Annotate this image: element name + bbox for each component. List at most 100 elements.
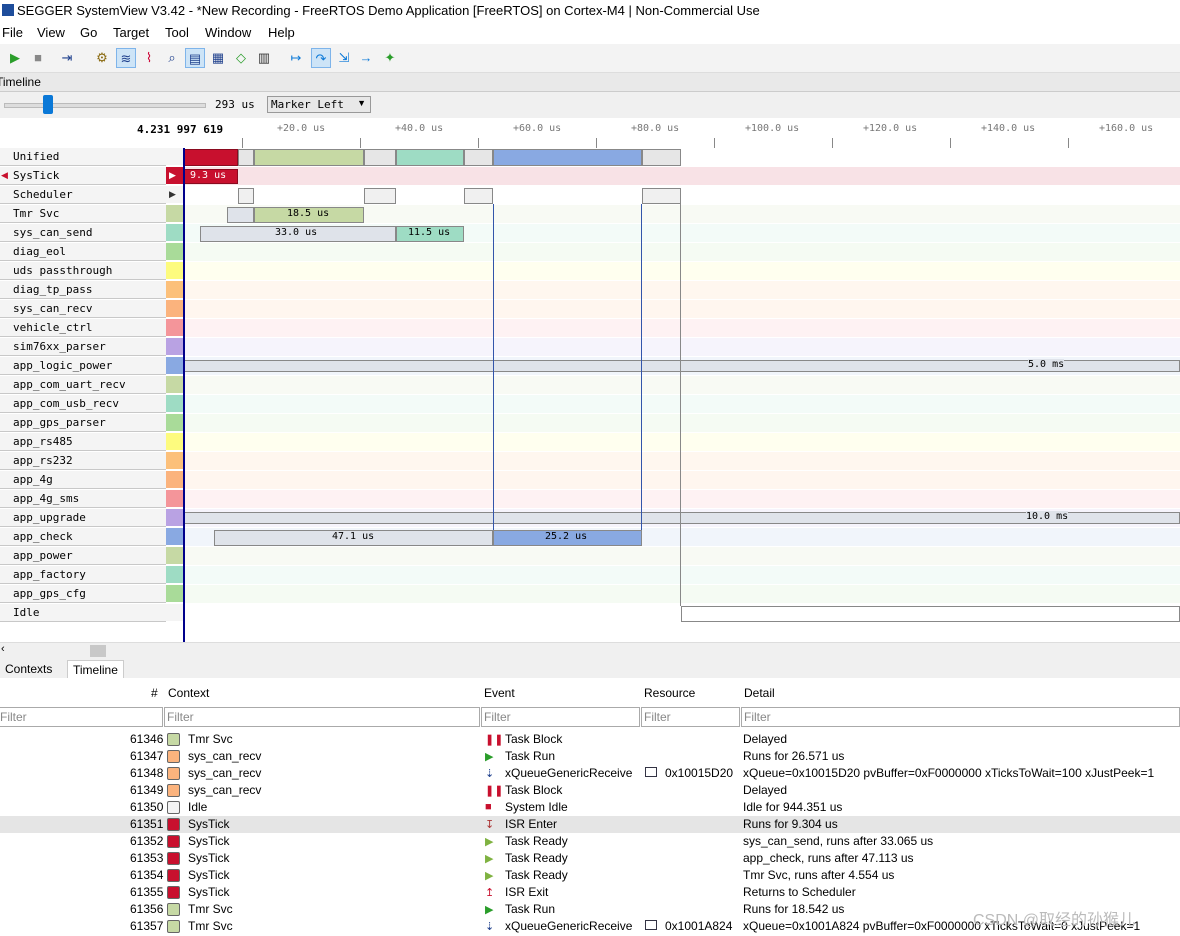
- table-row[interactable]: 61353 SysTick ▶ Task Ready app_check, runs a…: [0, 850, 1180, 867]
- menu-tool[interactable]: Tool: [165, 25, 189, 40]
- analysis-icon[interactable]: ⌕: [162, 48, 182, 68]
- row-track[interactable]: [183, 262, 1180, 280]
- row-label[interactable]: app_upgrade: [0, 509, 166, 527]
- tmr-svc-ready-bar[interactable]: [227, 207, 254, 223]
- table-row[interactable]: 61350 Idle ■ System Idle Idle for 944.351 us: [0, 799, 1180, 816]
- expand-arrow-icon[interactable]: ▶: [169, 189, 176, 200]
- stop-icon[interactable]: ■: [28, 48, 48, 68]
- table-row[interactable]: 61347 sys_can_recv ▶ Task Run Runs for 26.57…: [0, 748, 1180, 765]
- row-label[interactable]: SysTick: [0, 167, 166, 185]
- unified-segment-scheduler[interactable]: [364, 149, 396, 166]
- idle-bar[interactable]: [681, 606, 1180, 622]
- row-label[interactable]: app_factory: [0, 566, 166, 584]
- filter-num-input[interactable]: Filter: [0, 707, 163, 727]
- unified-segment-systick[interactable]: [183, 149, 238, 166]
- column-header-resource[interactable]: Resource: [644, 686, 695, 700]
- row-track[interactable]: [183, 395, 1180, 413]
- horizontal-scrollbar[interactable]: ‹: [0, 642, 1180, 659]
- table-row[interactable]: 61352 SysTick ▶ Task Ready sys_can_send, run…: [0, 833, 1180, 850]
- row-label[interactable]: app_4g_sms: [0, 490, 166, 508]
- marker-mode-select[interactable]: Marker Left ▼: [267, 96, 371, 113]
- row-label[interactable]: sim76xx_parser: [0, 338, 166, 356]
- table-row[interactable]: 61351 SysTick ↧ ISR Enter Runs for 9.304 us: [0, 816, 1180, 833]
- row-label[interactable]: app_check: [0, 528, 166, 546]
- row-track[interactable]: [183, 243, 1180, 261]
- play-icon[interactable]: ▶: [5, 48, 25, 68]
- collapse-arrow-icon[interactable]: ◀: [1, 170, 8, 181]
- unified-segment-can-send[interactable]: [396, 149, 464, 166]
- row-label[interactable]: uds passthrough: [0, 262, 166, 280]
- row-label[interactable]: diag_tp_pass: [0, 281, 166, 299]
- row-track[interactable]: [183, 186, 1180, 204]
- row-track[interactable]: [183, 281, 1180, 299]
- row-track[interactable]: [183, 585, 1180, 603]
- scroll-left-icon[interactable]: ‹: [1, 643, 5, 655]
- column-header-num[interactable]: #: [151, 686, 158, 700]
- menu-window[interactable]: Window: [205, 25, 251, 40]
- row-label[interactable]: Scheduler: [0, 186, 166, 204]
- menu-view[interactable]: View: [37, 25, 65, 40]
- unified-segment-scheduler[interactable]: [464, 149, 493, 166]
- step-next-icon[interactable]: →: [356, 48, 376, 68]
- row-track[interactable]: [183, 167, 1180, 185]
- table-row[interactable]: 61349 sys_can_recv ❚❚ Task Block Delayed: [0, 782, 1180, 799]
- row-label[interactable]: app_rs232: [0, 452, 166, 470]
- unified-segment-scheduler[interactable]: [238, 149, 254, 166]
- row-track[interactable]: [183, 338, 1180, 356]
- column-header-detail[interactable]: Detail: [744, 686, 775, 700]
- menu-help[interactable]: Help: [268, 25, 295, 40]
- zoom-slider-track[interactable]: [4, 103, 206, 108]
- row-label[interactable]: app_com_uart_recv: [0, 376, 166, 394]
- row-label[interactable]: app_logic_power: [0, 357, 166, 375]
- row-label[interactable]: diag_eol: [0, 243, 166, 261]
- tab-timeline[interactable]: Timeline: [67, 660, 124, 679]
- scheduler-bar[interactable]: [364, 188, 396, 204]
- row-label[interactable]: Unified: [0, 148, 166, 166]
- filter-context-input[interactable]: Filter: [164, 707, 480, 727]
- step-over-icon[interactable]: ↷: [311, 48, 331, 68]
- tab-contexts[interactable]: Contexts: [0, 660, 57, 678]
- goto-end-icon[interactable]: ⇥: [57, 48, 77, 68]
- timeline-icon[interactable]: ≋: [116, 48, 136, 68]
- row-track[interactable]: [183, 376, 1180, 394]
- table-row[interactable]: 61348 sys_can_recv ⇣ xQueueGenericReceive 0x…: [0, 765, 1180, 782]
- row-label[interactable]: app_com_usb_recv: [0, 395, 166, 413]
- filter-detail-input[interactable]: Filter: [741, 707, 1180, 727]
- row-track[interactable]: [183, 566, 1180, 584]
- column-header-event[interactable]: Event: [484, 686, 515, 700]
- column-header-context[interactable]: Context: [168, 686, 209, 700]
- table-row[interactable]: 61346 Tmr Svc ❚❚ Task Block Delayed: [0, 731, 1180, 748]
- unified-segment-tmr-svc[interactable]: [254, 149, 364, 166]
- scrollbar-thumb[interactable]: [90, 645, 106, 657]
- menu-go[interactable]: Go: [80, 25, 97, 40]
- row-label[interactable]: app_rs485: [0, 433, 166, 451]
- unified-segment-app-check[interactable]: [493, 149, 642, 166]
- scheduler-bar[interactable]: [464, 188, 493, 204]
- row-label[interactable]: app_gps_parser: [0, 414, 166, 432]
- row-label[interactable]: app_gps_cfg: [0, 585, 166, 603]
- scheduler-bar[interactable]: [642, 188, 681, 204]
- marker-icon[interactable]: ◇: [231, 48, 251, 68]
- row-label[interactable]: app_power: [0, 547, 166, 565]
- row-track[interactable]: [183, 452, 1180, 470]
- timeline-area[interactable]: Unified SysTick Scheduler Tmr Svc sys_can_se…: [0, 148, 1180, 642]
- row-label[interactable]: app_4g: [0, 471, 166, 489]
- filter-resource-input[interactable]: Filter: [641, 707, 740, 727]
- settings-icon[interactable]: ✦: [380, 48, 400, 68]
- cpu-load-icon[interactable]: ⌇: [139, 48, 159, 68]
- row-track[interactable]: [183, 300, 1180, 318]
- menu-file[interactable]: File: [2, 25, 23, 40]
- row-track[interactable]: [183, 490, 1180, 508]
- table-row[interactable]: 61354 SysTick ▶ Task Ready Tmr Svc, runs aft…: [0, 867, 1180, 884]
- log-icon[interactable]: ▤: [185, 48, 205, 68]
- table-row[interactable]: 61355 SysTick ↥ ISR Exit Returns to Schedule…: [0, 884, 1180, 901]
- contexts-icon[interactable]: ▦: [208, 48, 228, 68]
- filter-event-input[interactable]: Filter: [481, 707, 640, 727]
- expand-arrow-icon[interactable]: ▶: [169, 170, 176, 181]
- timeline-cursor[interactable]: [183, 148, 185, 642]
- row-track[interactable]: [183, 319, 1180, 337]
- zoom-slider-thumb[interactable]: [43, 95, 53, 114]
- row-track[interactable]: [183, 433, 1180, 451]
- unified-segment-scheduler[interactable]: [642, 149, 681, 166]
- menu-target[interactable]: Target: [113, 25, 149, 40]
